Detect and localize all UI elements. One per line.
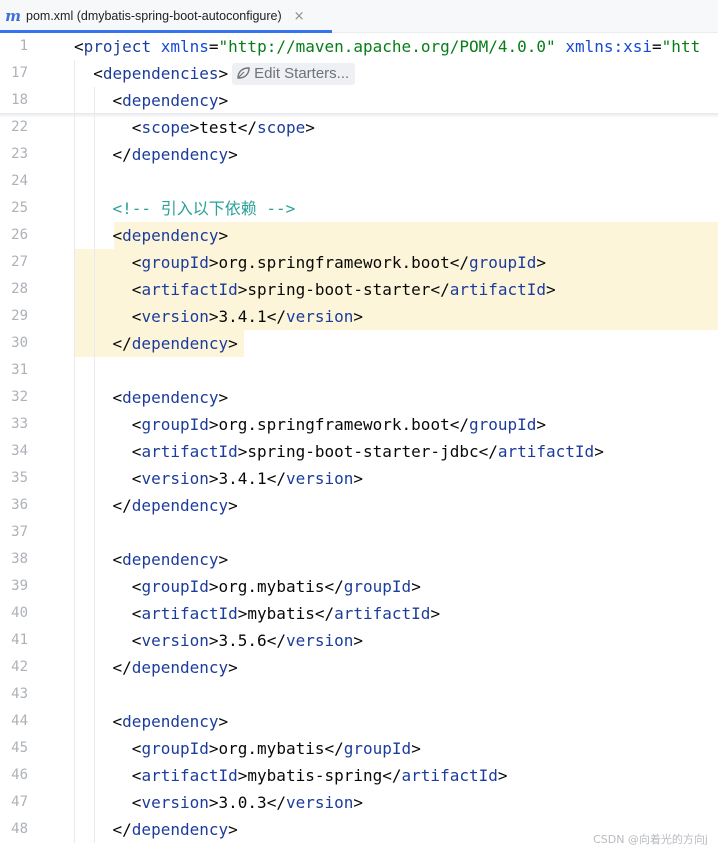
- code-line-47[interactable]: 47 <version>3.0.3</version>: [0, 789, 718, 816]
- code-line-35[interactable]: 35 <version>3.4.1</version>: [0, 465, 718, 492]
- code-line-41[interactable]: 41 <version>3.5.6</version>: [0, 627, 718, 654]
- line-code: <version>3.4.1</version>: [131, 307, 364, 326]
- tab-title: pom.xml (dmybatis-spring-boot-autoconfig…: [26, 9, 282, 23]
- line-code: <artifactId>spring-boot-starter-jdbc</ar…: [131, 442, 604, 461]
- line-number[interactable]: 47: [0, 789, 28, 816]
- code-line-22[interactable]: 22 <scope>test</scope>: [0, 114, 718, 141]
- line-code: </dependency>: [112, 820, 238, 839]
- line-number[interactable]: 38: [0, 546, 28, 573]
- code-line-44[interactable]: 44 <dependency>: [0, 708, 718, 735]
- line-number[interactable]: 23: [0, 141, 28, 168]
- code-line-32[interactable]: 32 <dependency>: [0, 384, 718, 411]
- line-code: <!-- 引入以下依赖 -->: [112, 199, 296, 218]
- edit-starters-hint[interactable]: Edit Starters...: [232, 63, 356, 85]
- line-code: <groupId>org.springframework.boot</group…: [131, 253, 547, 272]
- line-number[interactable]: 30: [0, 330, 28, 357]
- line-number[interactable]: 29: [0, 303, 28, 330]
- line-code: <dependencies> Edit Starters...: [74, 60, 356, 87]
- close-icon[interactable]: ×: [294, 9, 305, 24]
- watermark: CSDN @向着光的方向j: [593, 833, 708, 846]
- line-number[interactable]: 24: [0, 168, 28, 195]
- line-number[interactable]: 48: [0, 816, 28, 843]
- line-number[interactable]: 42: [0, 654, 28, 681]
- line-code: <dependency>: [112, 226, 229, 245]
- line-code: </dependency>: [112, 145, 238, 164]
- line-number[interactable]: 36: [0, 492, 28, 519]
- code-line-24[interactable]: 24: [0, 168, 718, 195]
- line-code: <project xmlns="http://maven.apache.org/…: [74, 37, 701, 56]
- line-code: <groupId>org.mybatis</groupId>: [131, 739, 421, 758]
- code-line-25[interactable]: 25 <!-- 引入以下依赖 -->: [0, 195, 718, 222]
- line-number[interactable]: 25: [0, 195, 28, 222]
- line-code: </dependency>: [112, 496, 238, 515]
- line-number[interactable]: 39: [0, 573, 28, 600]
- code-line-38[interactable]: 38 <dependency>: [0, 546, 718, 573]
- line-number[interactable]: 18: [0, 87, 28, 114]
- code-line-17[interactable]: 17 <dependencies> Edit Starters...: [0, 60, 718, 87]
- line-number[interactable]: 44: [0, 708, 28, 735]
- line-code: </dependency>: [112, 334, 238, 353]
- line-number[interactable]: 34: [0, 438, 28, 465]
- code-line-36[interactable]: 36 </dependency>: [0, 492, 718, 519]
- code-line-28[interactable]: 28 <artifactId>spring-boot-starter</arti…: [0, 276, 718, 303]
- line-code: <dependency>: [112, 388, 229, 407]
- sticky-lines-shadow: [0, 113, 718, 118]
- line-number[interactable]: 28: [0, 276, 28, 303]
- line-code: <version>3.0.3</version>: [131, 793, 364, 812]
- code-line-29[interactable]: 29 <version>3.4.1</version>: [0, 303, 718, 330]
- code-line-45[interactable]: 45 <groupId>org.mybatis</groupId>: [0, 735, 718, 762]
- line-code: <dependency>: [112, 550, 229, 569]
- code-line-39[interactable]: 39 <groupId>org.mybatis</groupId>: [0, 573, 718, 600]
- code-line-23[interactable]: 23 </dependency>: [0, 141, 718, 168]
- code-line-42[interactable]: 42 </dependency>: [0, 654, 718, 681]
- code-line-1[interactable]: 1 <project xmlns="http://maven.apache.org…: [0, 33, 718, 60]
- line-code: <version>3.5.6</version>: [131, 631, 364, 650]
- line-code: </dependency>: [112, 658, 238, 677]
- spring-leaf-icon: [237, 67, 250, 79]
- line-number[interactable]: 33: [0, 411, 28, 438]
- maven-icon: m: [5, 7, 21, 25]
- line-number[interactable]: 32: [0, 384, 28, 411]
- editor-tab-bar: m pom.xml (dmybatis-spring-boot-autoconf…: [0, 0, 718, 33]
- line-number[interactable]: 43: [0, 681, 28, 708]
- code-line-30[interactable]: 30 </dependency>: [0, 330, 718, 357]
- code-editor[interactable]: 1 <project xmlns="http://maven.apache.org…: [0, 33, 718, 853]
- line-number[interactable]: 1: [0, 33, 28, 60]
- line-code: <artifactId>mybatis-spring</artifactId>: [131, 766, 508, 785]
- line-number[interactable]: 31: [0, 357, 28, 384]
- code-line-33[interactable]: 33 <groupId>org.springframework.boot</gr…: [0, 411, 718, 438]
- edit-starters-label: Edit Starters...: [254, 65, 350, 82]
- code-line-26[interactable]: 26 <dependency>: [0, 222, 718, 249]
- code-line-40[interactable]: 40 <artifactId>mybatis</artifactId>: [0, 600, 718, 627]
- code-line-34[interactable]: 34 <artifactId>spring-boot-starter-jdbc<…: [0, 438, 718, 465]
- line-number[interactable]: 37: [0, 519, 28, 546]
- line-code: <version>3.4.1</version>: [131, 469, 364, 488]
- line-code: <artifactId>spring-boot-starter</artifac…: [131, 280, 556, 299]
- line-number[interactable]: 46: [0, 762, 28, 789]
- line-number[interactable]: 41: [0, 627, 28, 654]
- line-number[interactable]: 40: [0, 600, 28, 627]
- line-code: <groupId>org.springframework.boot</group…: [131, 415, 547, 434]
- line-code: <groupId>org.mybatis</groupId>: [131, 577, 421, 596]
- line-number[interactable]: 45: [0, 735, 28, 762]
- line-number[interactable]: 35: [0, 465, 28, 492]
- line-number[interactable]: 26: [0, 222, 28, 249]
- code-line-46[interactable]: 46 <artifactId>mybatis-spring</artifactI…: [0, 762, 718, 789]
- tab-pom-xml[interactable]: m pom.xml (dmybatis-spring-boot-autoconf…: [0, 0, 332, 33]
- line-number[interactable]: 22: [0, 114, 28, 141]
- code-line-31[interactable]: 31: [0, 357, 718, 384]
- line-number[interactable]: 27: [0, 249, 28, 276]
- code-line-18[interactable]: 18 <dependency>: [0, 87, 718, 114]
- line-code: <scope>test</scope>: [131, 118, 315, 137]
- line-number[interactable]: 17: [0, 60, 28, 87]
- code-line-37[interactable]: 37: [0, 519, 718, 546]
- code-line-27[interactable]: 27 <groupId>org.springframework.boot</gr…: [0, 249, 718, 276]
- line-code: <artifactId>mybatis</artifactId>: [131, 604, 441, 623]
- line-code: <dependency>: [112, 712, 229, 731]
- line-code: <dependency>: [112, 91, 229, 110]
- code-line-43[interactable]: 43: [0, 681, 718, 708]
